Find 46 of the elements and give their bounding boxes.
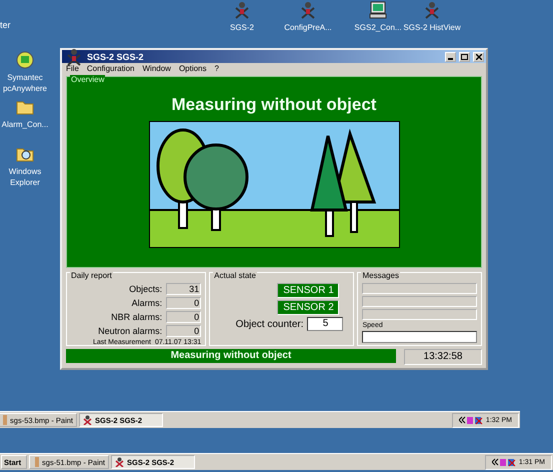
icon-label: ter — [0, 20, 11, 30]
menu-item[interactable]: ? — [214, 64, 219, 75]
computer-icon — [368, 0, 388, 20]
tray-icons — [492, 458, 516, 466]
figure-icon — [115, 457, 124, 467]
maximize-icon — [461, 54, 468, 60]
window-title: SGS-2 SGS-2 — [87, 52, 145, 62]
menu-item[interactable]: Configuration — [86, 64, 134, 75]
menu-item[interactable]: Window — [142, 64, 171, 75]
sensor-indicator: SENSOR 1 — [277, 283, 340, 298]
menu-item[interactable]: File — [66, 64, 79, 75]
group-legend: Overview — [70, 74, 106, 84]
value-field: 0 — [166, 325, 202, 337]
field-label: Neutron alarms: — [98, 326, 162, 336]
menu-item[interactable]: Options — [178, 64, 207, 75]
icon-label[interactable]: SGS2_Con... — [354, 22, 402, 33]
time-display: 13:32:58 — [404, 349, 482, 365]
group-legend: Daily report — [70, 271, 113, 280]
field-label: NBR alarms: — [111, 312, 162, 322]
group-legend: Messages — [361, 271, 400, 280]
icon-label[interactable]: Windows Explorer — [0, 166, 50, 188]
app-icon — [15, 50, 35, 70]
sensor-indicator: SENSOR 2 — [277, 300, 340, 315]
status-bar: Measuring without object — [66, 349, 396, 363]
close-button[interactable] — [473, 52, 484, 62]
icon-label[interactable]: SGS-2 — [230, 22, 254, 33]
overview-heading: Measuring without object — [172, 94, 376, 115]
icon-label[interactable]: Alarm_Con... — [2, 119, 48, 130]
tray-icons — [458, 416, 483, 424]
field-label: Alarms: — [132, 298, 162, 308]
close-icon — [476, 54, 482, 60]
field-label: Object counter: — [236, 318, 304, 330]
paint-icon — [33, 457, 40, 467]
icon-label[interactable]: ConfigPreA... — [284, 22, 332, 33]
group-legend: Actual state — [213, 271, 257, 280]
value-field: 0 — [166, 297, 202, 309]
icon-label[interactable]: SGS-2 HistView — [403, 22, 461, 33]
value-field: 31 — [166, 283, 202, 295]
minimize-button[interactable] — [445, 52, 456, 62]
figure-icon — [83, 415, 92, 425]
paint-icon — [1, 415, 8, 425]
icon-label[interactable]: Symantec pcAnywhere — [0, 72, 50, 94]
counter-field: 5 — [307, 317, 344, 331]
field-label: Objects: — [129, 284, 162, 294]
value-field: 0 — [166, 311, 202, 323]
maximize-button[interactable] — [459, 52, 470, 62]
